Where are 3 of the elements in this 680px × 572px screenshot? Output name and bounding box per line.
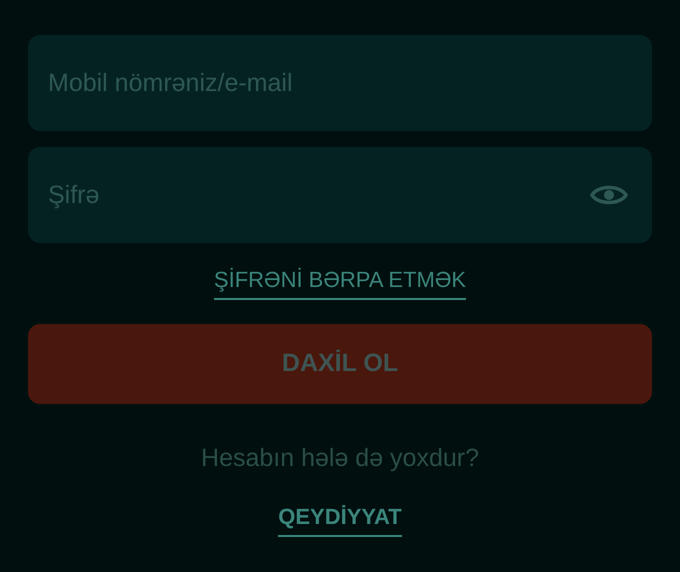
no-account-text: Hesabın hələ də yoxdur?: [201, 443, 479, 474]
register-link[interactable]: QEYDİYYAT: [278, 500, 402, 536]
forgot-password-link[interactable]: ŞİFRƏNİ BƏRPA ETMƏK: [214, 263, 466, 300]
